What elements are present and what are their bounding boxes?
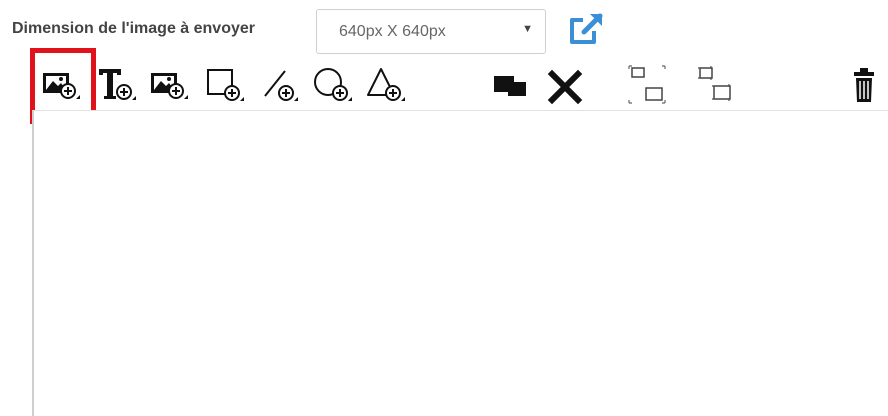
editor-canvas[interactable] [32,110,888,416]
group-button[interactable] [626,62,670,108]
add-triangle-button[interactable] [366,62,410,108]
trash-icon [854,68,874,102]
delete-selection-button[interactable] [544,62,588,108]
ungroup-button[interactable] [694,62,738,108]
dimension-label: Dimension de l'image à envoyer [12,20,255,37]
image-plus-icon [151,73,188,99]
trash-button[interactable] [846,62,888,108]
close-icon [547,69,583,105]
add-text-button[interactable] [96,62,140,108]
add-circle-button[interactable] [312,62,356,108]
ungroup-icon [698,66,731,101]
group-icon [628,65,666,104]
add-rectangle-button[interactable] [204,62,248,108]
add-image-button[interactable] [40,62,84,108]
text-plus-icon [99,69,136,100]
dimension-select[interactable]: 640px X 640px ▼ [316,9,546,54]
layers-icon [494,76,526,96]
image-plus-icon [43,73,80,99]
caret-down-icon: ▼ [522,23,533,35]
line-plus-icon [264,70,298,101]
editor-toolbar [0,62,888,110]
rectangle-plus-icon [207,69,244,101]
triangle-plus-icon [367,68,405,101]
top-bar: Dimension de l'image à envoyer 640px X 6… [0,0,888,62]
bring-to-front-button[interactable] [490,62,534,108]
add-line-button[interactable] [260,62,304,108]
circle-plus-icon [314,68,352,101]
add-image-alt-button[interactable] [148,62,192,108]
external-link-icon[interactable] [566,10,606,48]
dimension-select-value: 640px X 640px [339,23,446,40]
